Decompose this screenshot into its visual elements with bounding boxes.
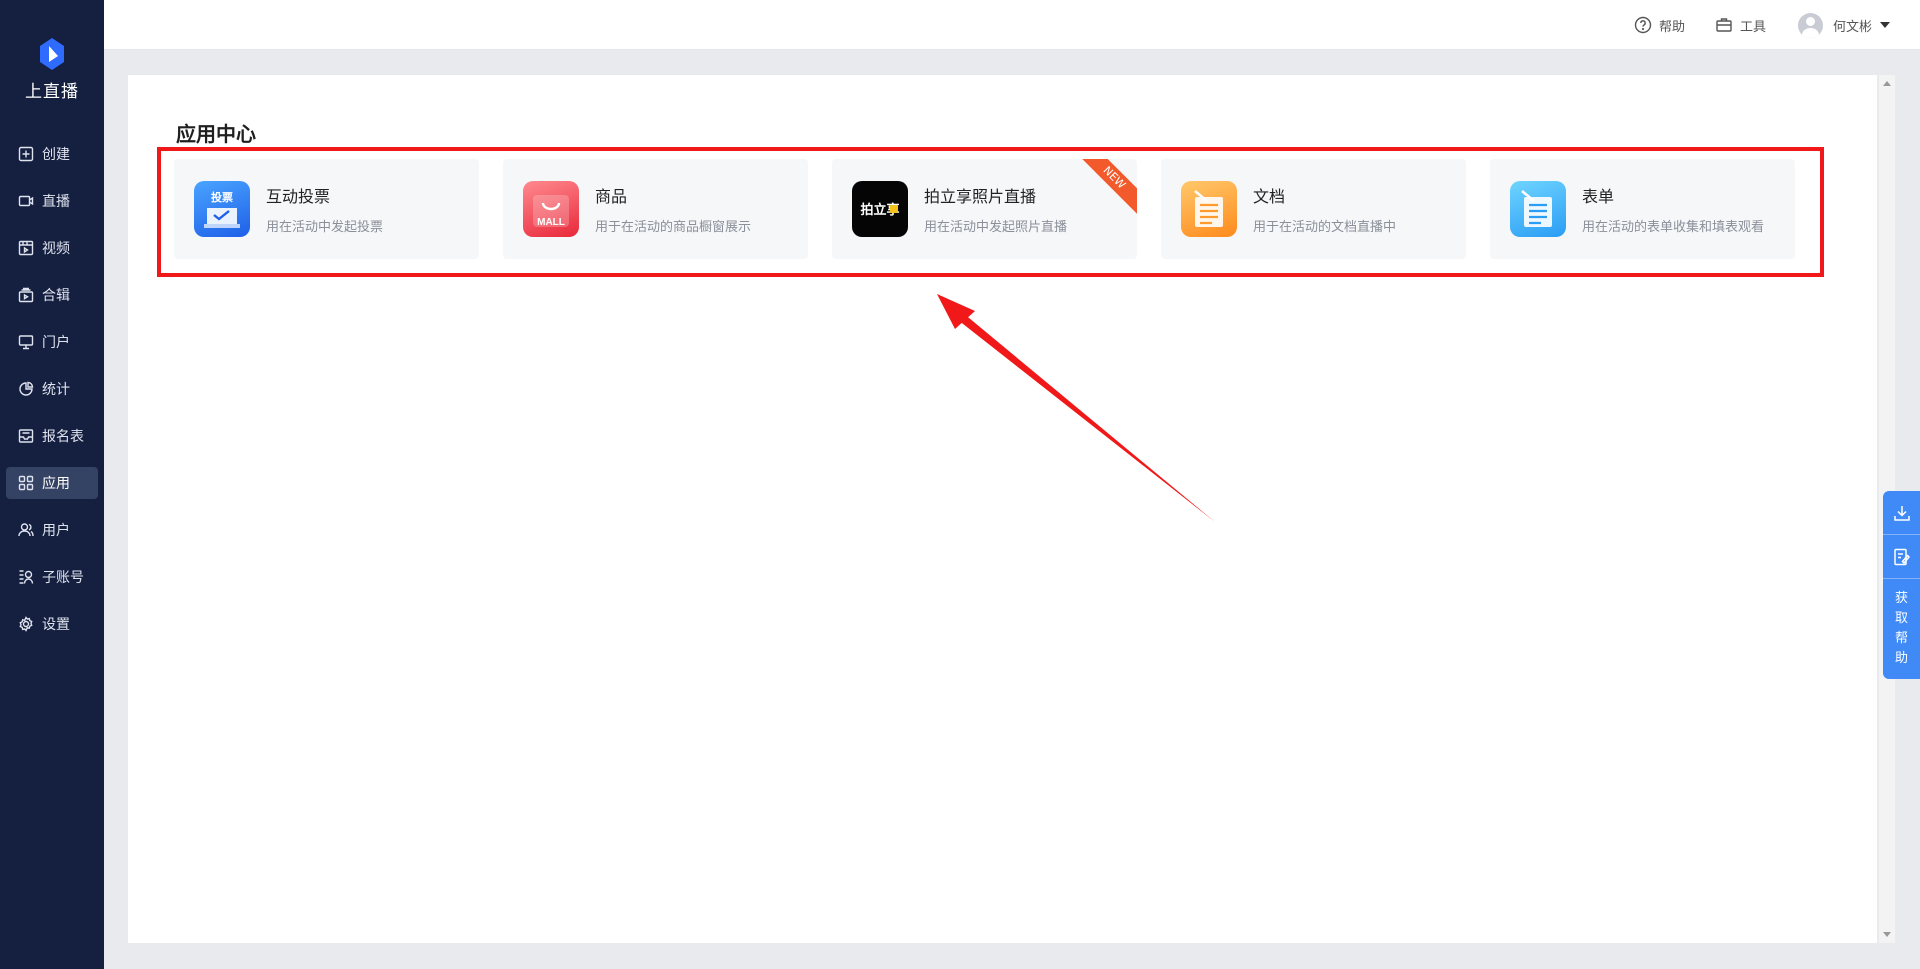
sidebar-item-stats[interactable]: 统计 xyxy=(6,373,98,405)
annotation-highlight-box xyxy=(157,147,1824,277)
help-link[interactable]: 帮助 xyxy=(1634,16,1685,35)
sidebar-nav: 创建 直播 视频 合辑 门户 统计 报名表 应用 用户 子账号 设置 xyxy=(6,138,98,655)
sidebar-item-label: 门户 xyxy=(42,335,70,351)
edit-note-icon xyxy=(1893,548,1910,565)
avatar xyxy=(1797,12,1823,38)
sidebar-item-label: 合辑 xyxy=(42,288,70,304)
user-menu[interactable]: 何文彬 xyxy=(1797,12,1890,38)
get-help-char: 助 xyxy=(1894,651,1908,666)
sidebar-item-apps[interactable]: 应用 xyxy=(6,467,98,499)
sidebar-item-label: 统计 xyxy=(42,382,70,398)
caret-down-icon xyxy=(1880,22,1890,28)
help-label: 帮助 xyxy=(1658,19,1685,35)
tools-link[interactable]: 工具 xyxy=(1715,16,1766,35)
camera-icon xyxy=(18,193,34,209)
get-help-char: 获 xyxy=(1894,591,1908,606)
sidebar-item-live[interactable]: 直播 xyxy=(6,185,98,217)
tools-label: 工具 xyxy=(1739,19,1766,35)
sidebar-item-collection[interactable]: 合辑 xyxy=(6,279,98,311)
sidebar-item-label: 用户 xyxy=(42,523,70,539)
sidebar-item-sub-accounts[interactable]: 子账号 xyxy=(6,561,98,593)
sidebar-item-label: 视频 xyxy=(42,241,70,257)
sidebar-item-label: 设置 xyxy=(42,617,70,633)
scroll-down-arrow-icon[interactable] xyxy=(1883,932,1891,937)
scroll-up-arrow-icon[interactable] xyxy=(1883,81,1891,86)
top-header: 帮助 工具 何文彬 xyxy=(104,0,1920,50)
inbox-icon xyxy=(18,428,34,444)
download-icon xyxy=(1893,505,1910,521)
sidebar-item-video[interactable]: 视频 xyxy=(6,232,98,264)
get-help-char: 帮 xyxy=(1894,631,1908,646)
user-name: 何文彬 xyxy=(1832,19,1872,35)
sidebar-item-label: 直播 xyxy=(42,194,70,210)
logo[interactable]: 上直播 xyxy=(0,34,104,102)
gear-icon xyxy=(18,616,34,632)
sub-account-icon xyxy=(18,569,34,585)
users-icon xyxy=(18,522,34,538)
logo-icon xyxy=(40,38,64,70)
collection-icon xyxy=(18,287,34,303)
feedback-button[interactable] xyxy=(1883,535,1920,579)
monitor-icon xyxy=(18,334,34,350)
question-circle-icon xyxy=(1634,16,1652,34)
sidebar-item-portal[interactable]: 门户 xyxy=(6,326,98,358)
floating-toolbar: 获 取 帮 助 xyxy=(1883,491,1920,679)
grid-icon xyxy=(18,475,34,491)
sidebar-item-registration[interactable]: 报名表 xyxy=(6,420,98,452)
sidebar-item-label: 报名表 xyxy=(42,429,84,445)
toolbox-icon xyxy=(1716,18,1732,32)
sidebar: 上直播 创建 直播 视频 合辑 门户 统计 报名表 应用 用户 子账号 设置 xyxy=(0,0,104,969)
get-help-button[interactable]: 获 取 帮 助 xyxy=(1883,579,1920,669)
sidebar-item-users[interactable]: 用户 xyxy=(6,514,98,546)
film-icon xyxy=(18,240,34,256)
download-button[interactable] xyxy=(1883,491,1920,535)
brand-name: 上直播 xyxy=(25,82,79,102)
page-title: 应用中心 xyxy=(176,124,256,146)
main-panel: 应用中心 投票 互动投票 用在活动中发起投票 MALL 商品 用于在活动的商品橱… xyxy=(128,75,1877,943)
sidebar-item-label: 子账号 xyxy=(42,570,84,586)
get-help-char: 取 xyxy=(1894,611,1908,626)
sidebar-item-label: 创建 xyxy=(42,147,70,163)
sidebar-item-settings[interactable]: 设置 xyxy=(6,608,98,640)
header-actions: 帮助 工具 何文彬 xyxy=(1604,0,1890,50)
plus-square-icon xyxy=(18,146,34,162)
sidebar-item-label: 应用 xyxy=(42,476,70,492)
sidebar-item-create[interactable]: 创建 xyxy=(6,138,98,170)
pie-chart-icon xyxy=(18,381,34,397)
